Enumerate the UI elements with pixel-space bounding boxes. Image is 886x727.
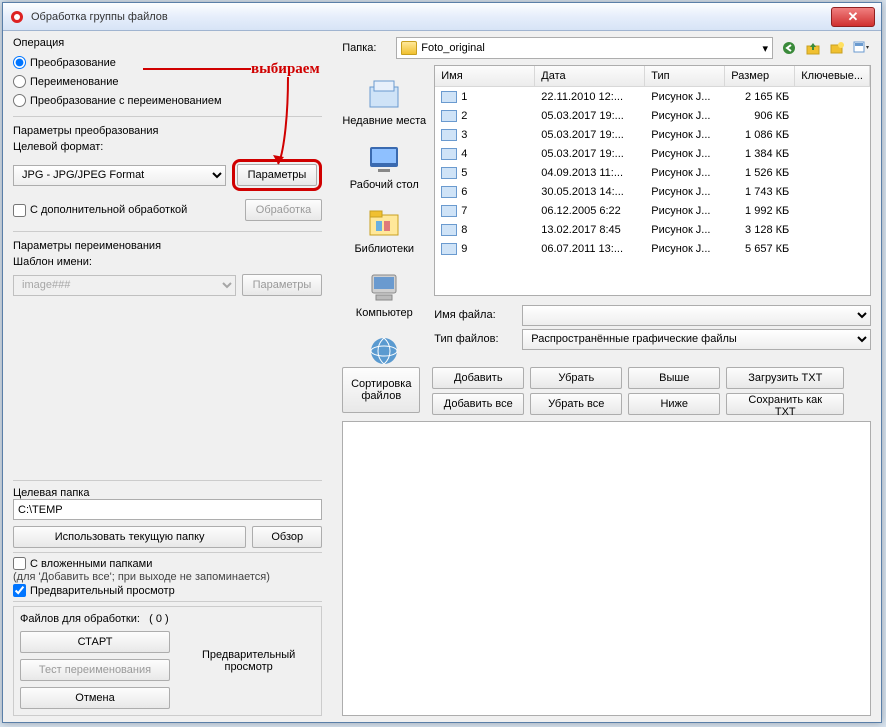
- files-for-label: Файлов для обработки:: [20, 613, 140, 625]
- file-list[interactable]: Имя Дата Тип Размер Ключевые... 122.11.2…: [434, 65, 871, 296]
- rename-params-button: Параметры: [242, 274, 323, 296]
- image-file-icon: [441, 129, 457, 141]
- rename-params-label: Параметры переименования: [13, 240, 322, 252]
- image-file-icon: [441, 243, 457, 255]
- col-name[interactable]: Имя: [435, 66, 535, 86]
- move-down-button[interactable]: Ниже: [628, 393, 720, 415]
- start-button[interactable]: СТАРТ: [20, 631, 170, 653]
- filetype-select[interactable]: Распространённые графические файлы: [522, 329, 871, 350]
- col-type[interactable]: Тип: [645, 66, 725, 86]
- nav-desktop[interactable]: Рабочий стол: [350, 141, 419, 191]
- run-box: Файлов для обработки: ( 0 ) СТАРТ Тест п…: [13, 606, 322, 716]
- col-date[interactable]: Дата: [535, 66, 645, 86]
- load-txt-button[interactable]: Загрузить TXT: [726, 367, 844, 389]
- cancel-button[interactable]: Отмена: [20, 687, 170, 709]
- close-button[interactable]: ✕: [831, 7, 875, 27]
- template-label: Шаблон имени:: [13, 256, 322, 268]
- file-row[interactable]: 205.03.2017 19:...Рисунок J...906 КБ: [435, 106, 870, 125]
- file-row[interactable]: 504.09.2013 11:...Рисунок J...1 526 КБ: [435, 163, 870, 182]
- browse-folder-button[interactable]: Обзор: [252, 526, 322, 548]
- folder-combo[interactable]: Foto_original ▾: [396, 37, 773, 59]
- remove-all-button[interactable]: Убрать все: [530, 393, 622, 415]
- preview-caption: Предварительный просмотр: [182, 613, 315, 709]
- back-icon[interactable]: [779, 38, 799, 58]
- chevron-down-icon: ▾: [762, 42, 768, 55]
- filetype-label: Тип файлов:: [434, 333, 514, 345]
- image-file-icon: [441, 205, 457, 217]
- add-all-button[interactable]: Добавить все: [432, 393, 524, 415]
- batch-dialog: Обработка группы файлов ✕ Операция Преоб…: [2, 2, 882, 723]
- image-file-icon: [441, 224, 457, 236]
- file-row[interactable]: 405.03.2017 19:...Рисунок J...1 384 КБ: [435, 144, 870, 163]
- app-icon: [9, 9, 25, 25]
- filename-input[interactable]: [522, 305, 871, 326]
- file-row[interactable]: 630.05.2013 14:...Рисунок J...1 743 КБ: [435, 182, 870, 201]
- folder-label: Папка:: [342, 42, 390, 54]
- file-row[interactable]: 122.11.2010 12:...Рисунок J...2 165 КБ: [435, 87, 870, 106]
- name-template-select: image###: [13, 275, 236, 296]
- titlebar: Обработка группы файлов ✕: [3, 3, 881, 31]
- use-current-folder-button[interactable]: Использовать текущую папку: [13, 526, 246, 548]
- files-count: ( 0 ): [149, 613, 169, 625]
- target-folder-label: Целевая папка: [13, 487, 322, 499]
- save-txt-button[interactable]: Сохранить как TXT: [726, 393, 844, 415]
- image-file-icon: [441, 167, 457, 179]
- image-file-icon: [441, 91, 457, 103]
- extra-processing-check[interactable]: С дополнительной обработкой: [13, 204, 239, 217]
- nav-network[interactable]: [366, 333, 402, 371]
- annotation-arrow: [133, 61, 303, 181]
- window-title: Обработка группы файлов: [31, 11, 831, 23]
- image-file-icon: [441, 186, 457, 198]
- file-row[interactable]: 706.12.2005 6:22Рисунок J...1 992 КБ: [435, 201, 870, 220]
- test-rename-button: Тест переименования: [20, 659, 170, 681]
- operation-label: Операция: [13, 37, 322, 49]
- nav-computer[interactable]: Компьютер: [356, 269, 413, 319]
- new-folder-icon[interactable]: [827, 38, 847, 58]
- file-row[interactable]: 906.07.2011 13:...Рисунок J...5 657 КБ: [435, 239, 870, 258]
- places-bar: Недавние места Рабочий стол Библиотеки К…: [342, 65, 426, 359]
- queue-list[interactable]: [342, 421, 871, 717]
- file-row[interactable]: 813.02.2017 8:45Рисунок J...3 128 КБ: [435, 220, 870, 239]
- image-file-icon: [441, 148, 457, 160]
- move-up-button[interactable]: Выше: [628, 367, 720, 389]
- preview-check[interactable]: Предварительный просмотр: [13, 584, 322, 597]
- up-folder-icon[interactable]: [803, 38, 823, 58]
- file-row[interactable]: 305.03.2017 19:...Рисунок J...1 086 КБ: [435, 125, 870, 144]
- col-size[interactable]: Размер: [725, 66, 795, 86]
- subfolders-note: (для 'Добавить все'; при выходе не запом…: [13, 571, 322, 583]
- subfolders-check[interactable]: С вложенными папками: [13, 557, 322, 570]
- processing-button: Обработка: [245, 199, 322, 221]
- remove-button[interactable]: Убрать: [530, 367, 622, 389]
- image-file-icon: [441, 110, 457, 122]
- col-keywords[interactable]: Ключевые...: [795, 66, 870, 86]
- add-button[interactable]: Добавить: [432, 367, 524, 389]
- target-folder-input[interactable]: [13, 499, 322, 520]
- sort-files-button[interactable]: Сортировка файлов: [342, 367, 420, 413]
- folder-icon: [401, 41, 417, 55]
- nav-recent[interactable]: Недавние места: [342, 77, 426, 127]
- view-menu-icon[interactable]: [851, 38, 871, 58]
- file-list-header[interactable]: Имя Дата Тип Размер Ключевые...: [435, 66, 870, 87]
- right-panel: Папка: Foto_original ▾ Недавн: [332, 31, 881, 722]
- nav-libraries[interactable]: Библиотеки: [354, 205, 414, 255]
- filename-label: Имя файла:: [434, 309, 514, 321]
